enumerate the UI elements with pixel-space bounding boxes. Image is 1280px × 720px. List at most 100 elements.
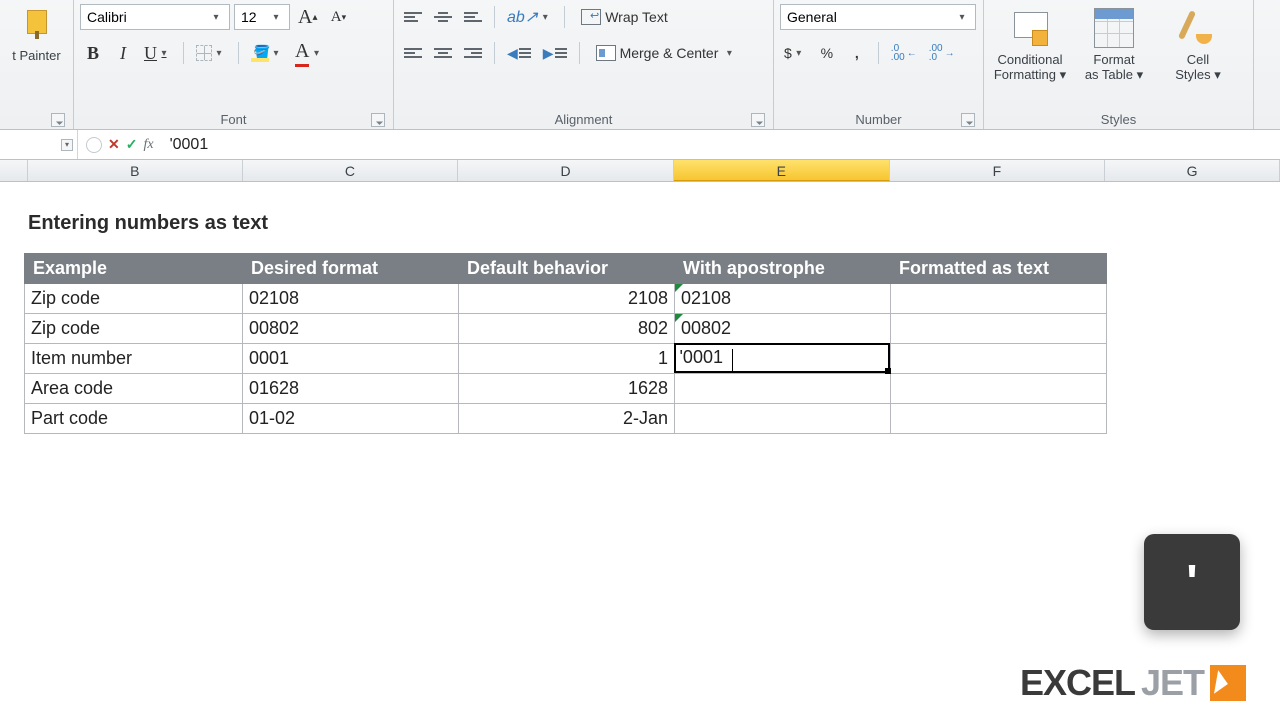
format-painter-button[interactable]: t Painter — [12, 48, 60, 63]
ribbon-group-label-number: Number — [780, 109, 977, 129]
keystroke-overlay: ' — [1144, 534, 1240, 630]
data-table: ExampleDesired formatDefault behaviorWit… — [24, 253, 1107, 434]
align-left-button[interactable] — [400, 40, 426, 66]
orientation-button[interactable]: ab↗▾ — [503, 4, 556, 30]
decrease-indent-button[interactable]: ◀ — [503, 40, 535, 66]
cancel-edit-button[interactable]: ✕ — [108, 136, 120, 153]
cell[interactable]: '0001 — [675, 344, 891, 374]
chevron-down-icon: ▾ — [61, 139, 73, 151]
merge-center-button[interactable]: Merge & Center ▾ — [588, 40, 745, 66]
table-row: Zip code02108210802108 — [25, 284, 1107, 314]
table-header: With apostrophe — [675, 254, 891, 284]
cell[interactable]: Part code — [25, 404, 243, 434]
font-color-button[interactable]: A▾ — [291, 40, 327, 66]
ribbon-group-font: Calibri ▾ 12 ▾ A▴ A▾ B I U ▾ ▾ 🪣▾ A▾ Fon… — [74, 0, 394, 129]
sheet-title: Entering numbers as text — [0, 182, 1280, 253]
cell[interactable]: Zip code — [25, 314, 243, 344]
font-name-select[interactable]: Calibri ▾ — [80, 4, 230, 30]
align-middle-button[interactable] — [430, 4, 456, 30]
brand-text-jet: JET — [1141, 662, 1204, 704]
cell-styles-label: CellStyles ▾ — [1175, 52, 1221, 83]
cell[interactable] — [891, 284, 1107, 314]
align-top-button[interactable] — [400, 4, 426, 30]
cell[interactable] — [891, 404, 1107, 434]
dialog-launcher-icon[interactable] — [371, 113, 385, 127]
bold-button[interactable]: B — [80, 40, 106, 66]
table-header: Default behavior — [459, 254, 675, 284]
brand-text-excel: EXCEL — [1020, 662, 1135, 704]
cell[interactable]: Zip code — [25, 284, 243, 314]
cell[interactable] — [891, 374, 1107, 404]
cell[interactable]: 02108 — [675, 284, 891, 314]
dialog-launcher-icon[interactable] — [51, 113, 65, 127]
column-header[interactable]: F — [890, 160, 1106, 181]
brand-logo: EXCELJET — [1020, 662, 1246, 704]
brand-arrow-icon — [1210, 665, 1246, 701]
comma-style-button[interactable]: , — [844, 40, 870, 66]
cell[interactable]: 2-Jan — [459, 404, 675, 434]
italic-button[interactable]: I — [110, 40, 136, 66]
dialog-launcher-icon[interactable] — [961, 113, 975, 127]
cell[interactable]: 02108 — [243, 284, 459, 314]
chevron-down-icon: ▾ — [722, 48, 736, 59]
fill-color-button[interactable]: 🪣▾ — [247, 40, 287, 66]
dialog-launcher-icon[interactable] — [751, 113, 765, 127]
align-center-button[interactable] — [430, 40, 456, 66]
error-indicator-icon — [675, 314, 683, 322]
cell[interactable] — [675, 374, 891, 404]
column-header[interactable]: G — [1105, 160, 1280, 181]
align-bottom-button[interactable] — [460, 4, 486, 30]
currency-button[interactable]: $ ▾ — [780, 40, 810, 66]
cell[interactable]: 0001 — [243, 344, 459, 374]
cell[interactable]: 2108 — [459, 284, 675, 314]
confirm-edit-button[interactable]: ✓ — [126, 136, 138, 153]
column-header[interactable]: B — [28, 160, 243, 181]
table-header: Desired format — [243, 254, 459, 284]
cell[interactable] — [891, 314, 1107, 344]
cell[interactable] — [675, 404, 891, 434]
cell[interactable]: Item number — [25, 344, 243, 374]
ribbon-group-alignment: ab↗▾ Wrap Text ◀ ▶ Merge & Center ▾ Alig… — [394, 0, 774, 129]
align-right-button[interactable] — [460, 40, 486, 66]
conditional-formatting-button[interactable]: ConditionalFormatting ▾ — [990, 4, 1070, 94]
format-as-table-label: Formatas Table ▾ — [1085, 52, 1143, 83]
formula-input[interactable]: '0001 — [162, 136, 1280, 154]
table-row: Item number00011'0001 — [25, 344, 1107, 374]
fx-button[interactable]: fx — [143, 137, 153, 153]
conditional-formatting-label: ConditionalFormatting ▾ — [994, 52, 1066, 83]
ribbon-group-label-alignment: Alignment — [400, 109, 767, 129]
font-size-select[interactable]: 12 ▾ — [234, 4, 290, 30]
cell[interactable]: Area code — [25, 374, 243, 404]
increase-decimal-button[interactable]: .0.00← — [887, 40, 921, 66]
cell[interactable]: 00802 — [243, 314, 459, 344]
worksheet[interactable]: Entering numbers as text ExampleDesired … — [0, 182, 1280, 434]
format-as-table-button[interactable]: Formatas Table ▾ — [1074, 4, 1154, 94]
cell[interactable]: 01628 — [243, 374, 459, 404]
table-header: Example — [25, 254, 243, 284]
cell[interactable]: 802 — [459, 314, 675, 344]
cell-styles-icon — [1178, 8, 1218, 48]
name-box[interactable]: ▾ — [0, 130, 78, 159]
ribbon-group-label-font: Font — [80, 109, 387, 129]
column-header[interactable]: E — [674, 160, 890, 181]
column-header[interactable] — [0, 160, 28, 181]
percent-button[interactable]: % — [814, 40, 840, 66]
borders-button[interactable]: ▾ — [192, 40, 230, 66]
cell[interactable]: 1628 — [459, 374, 675, 404]
cell[interactable] — [891, 344, 1107, 374]
cell[interactable]: 00802 — [675, 314, 891, 344]
increase-font-button[interactable]: A▴ — [294, 4, 321, 30]
decrease-decimal-button[interactable]: .00.0→ — [925, 40, 959, 66]
table-row: Part code01-022-Jan — [25, 404, 1107, 434]
cell[interactable]: 1 — [459, 344, 675, 374]
column-header[interactable]: D — [458, 160, 674, 181]
decrease-font-button[interactable]: A▾ — [325, 4, 351, 30]
wrap-text-button[interactable]: Wrap Text — [573, 4, 676, 30]
underline-button[interactable]: U ▾ — [140, 40, 175, 66]
cell[interactable]: 01-02 — [243, 404, 459, 434]
number-format-select[interactable]: General ▾ — [780, 4, 976, 30]
ribbon-group-styles: ConditionalFormatting ▾ Formatas Table ▾… — [984, 0, 1254, 129]
cell-styles-button[interactable]: CellStyles ▾ — [1158, 4, 1238, 94]
increase-indent-button[interactable]: ▶ — [539, 40, 571, 66]
column-header[interactable]: C — [243, 160, 459, 181]
